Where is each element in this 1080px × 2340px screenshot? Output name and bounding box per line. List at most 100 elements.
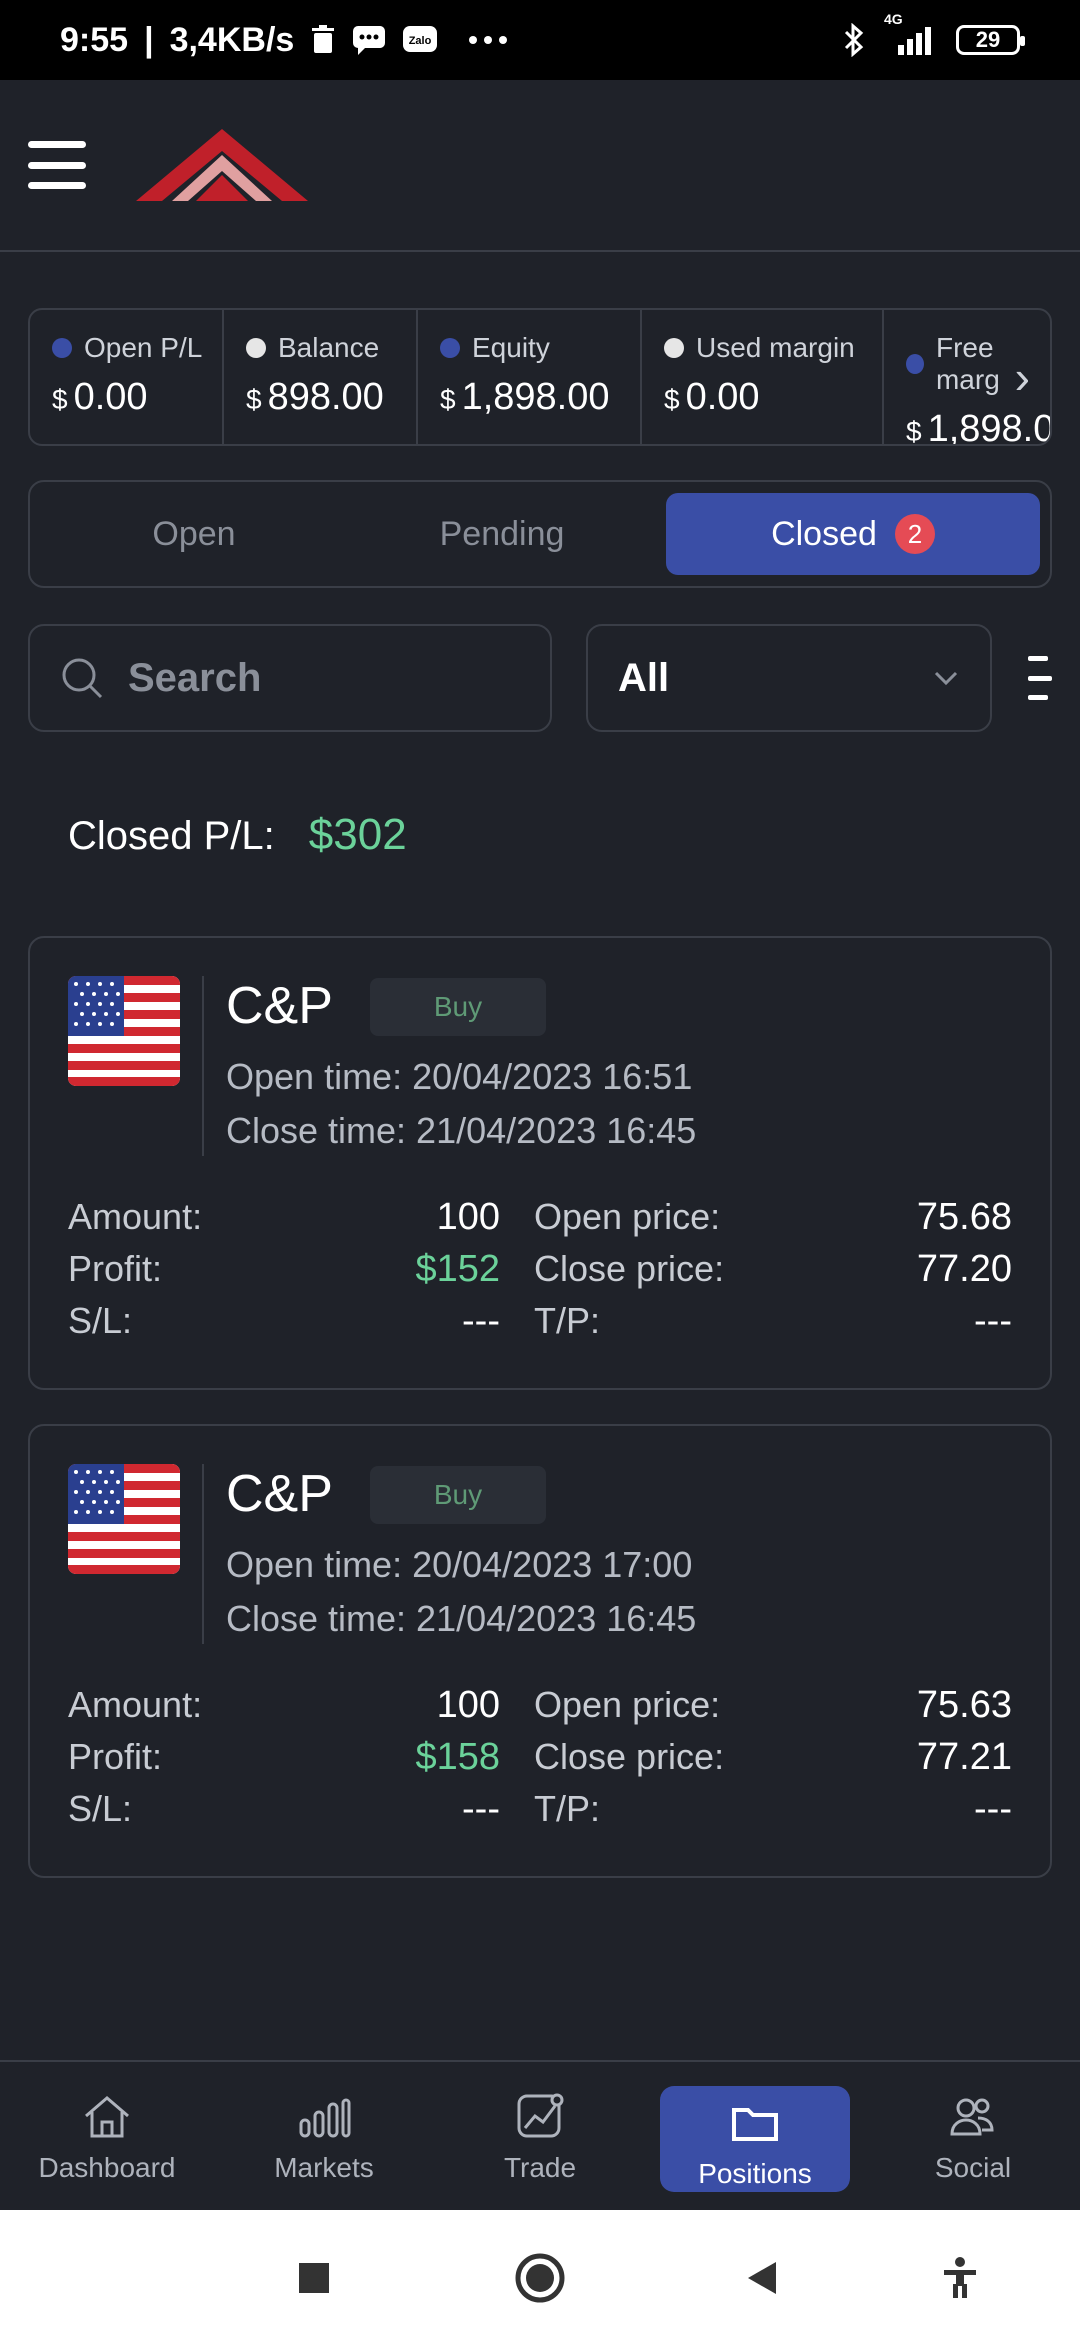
search-icon bbox=[62, 658, 103, 699]
nav-label: Dashboard bbox=[38, 2152, 176, 2183]
close-price-label: Close price: bbox=[534, 1248, 725, 1289]
bottom-nav: Dashboard Markets Trade Positions Social bbox=[0, 2060, 1080, 2210]
network-speed: 3,4KB/s bbox=[169, 20, 295, 59]
recents-icon[interactable] bbox=[286, 2250, 342, 2306]
profit-value: $158 bbox=[415, 1736, 500, 1778]
search-input[interactable] bbox=[128, 655, 508, 701]
sl-value: --- bbox=[462, 1300, 500, 1342]
nav-trade[interactable]: Trade bbox=[445, 2090, 635, 2196]
symbol-name: C&P bbox=[226, 1465, 333, 1523]
signal-icon: 4G bbox=[884, 11, 936, 55]
nav-markets[interactable]: Markets bbox=[229, 2090, 419, 2196]
tab-closed[interactable]: Closed 2 bbox=[666, 493, 1040, 575]
tab-open[interactable]: Open bbox=[40, 493, 348, 575]
side-badge: Buy bbox=[370, 1466, 546, 1524]
select-value: All bbox=[618, 655, 670, 700]
back-icon[interactable] bbox=[734, 2250, 790, 2306]
tab-pending[interactable]: Pending bbox=[348, 493, 656, 575]
currency-symbol: $ bbox=[52, 384, 68, 415]
search-box[interactable] bbox=[28, 624, 552, 732]
open-price-label: Open price: bbox=[534, 1684, 721, 1725]
side-badge: Buy bbox=[370, 978, 546, 1036]
open-price-label: Open price: bbox=[534, 1196, 721, 1237]
currency-symbol: $ bbox=[246, 384, 262, 415]
chevron-down-icon bbox=[934, 671, 958, 686]
tp-label: T/P: bbox=[534, 1300, 601, 1341]
brand-logo bbox=[136, 129, 308, 201]
summary-open-pl: Open P/L $0.00 bbox=[30, 310, 224, 444]
status-dot bbox=[664, 338, 684, 358]
close-price-label: Close price: bbox=[534, 1736, 725, 1777]
summary-value: 0.00 bbox=[685, 376, 760, 418]
users-icon bbox=[950, 2098, 994, 2136]
filter-select[interactable]: All bbox=[586, 624, 992, 732]
tp-value: --- bbox=[974, 1788, 1012, 1830]
status-dot bbox=[906, 354, 924, 374]
nav-positions[interactable]: Positions bbox=[660, 2086, 850, 2192]
chat-icon bbox=[352, 25, 386, 55]
closed-pl-label: Closed P/L: bbox=[68, 814, 275, 858]
folder-icon bbox=[732, 2108, 778, 2141]
summary-used-margin: Used margin $0.00 bbox=[642, 310, 884, 444]
currency-symbol: $ bbox=[440, 384, 456, 415]
status-bar: 9:55 | 3,4KB/s Zalo 4G 29 bbox=[0, 0, 1080, 80]
menu-icon[interactable] bbox=[28, 141, 86, 189]
summary-label: Open P/L bbox=[84, 332, 203, 363]
close-price-value: 77.20 bbox=[916, 1248, 1012, 1290]
home-button-icon[interactable] bbox=[512, 2250, 568, 2306]
account-summary[interactable]: Open P/L $0.00 Balance $898.00 Equity $1… bbox=[28, 308, 1052, 446]
symbol-name: C&P bbox=[226, 977, 333, 1035]
amount-value: 100 bbox=[436, 1196, 500, 1238]
nav-dashboard[interactable]: Dashboard bbox=[12, 2090, 202, 2196]
open-price-value: 75.63 bbox=[916, 1684, 1012, 1726]
position-card[interactable]: C&P Buy Open time: 20/04/2023 16:51 Clos… bbox=[28, 936, 1052, 1390]
profit-label: Profit: bbox=[68, 1736, 163, 1777]
status-dot bbox=[246, 338, 266, 358]
sort-icon[interactable] bbox=[1028, 656, 1056, 700]
position-tabs: Open Pending Closed 2 bbox=[28, 480, 1052, 588]
profit-value: $152 bbox=[415, 1248, 500, 1290]
nav-label: Trade bbox=[503, 2152, 577, 2183]
tab-closed-label: Closed bbox=[771, 514, 877, 553]
zalo-icon: Zalo bbox=[402, 25, 438, 55]
sl-label: S/L: bbox=[68, 1788, 133, 1829]
currency-symbol: $ bbox=[906, 416, 922, 444]
sl-value: --- bbox=[462, 1788, 500, 1830]
amount-label: Amount: bbox=[68, 1684, 203, 1725]
amount-label: Amount: bbox=[68, 1196, 203, 1237]
tp-value: --- bbox=[974, 1300, 1012, 1342]
nav-label: Markets bbox=[274, 2152, 374, 2183]
open-price-value: 75.68 bbox=[916, 1196, 1012, 1238]
currency-symbol: $ bbox=[664, 384, 680, 415]
summary-equity: Equity $1,898.00 bbox=[418, 310, 642, 444]
chevron-right-icon[interactable]: › bbox=[1015, 350, 1030, 404]
more-icon bbox=[468, 35, 508, 45]
nav-label: Social bbox=[934, 2152, 1012, 2183]
tp-label: T/P: bbox=[534, 1788, 601, 1829]
summary-label: Free marg bbox=[935, 332, 1000, 395]
network-type: 4G bbox=[884, 11, 903, 27]
status-dot bbox=[52, 338, 72, 358]
nav-social[interactable]: Social bbox=[878, 2090, 1068, 2196]
summary-value: 1,898.00 bbox=[461, 376, 610, 418]
bluetooth-icon bbox=[844, 23, 864, 57]
svg-text:Zalo: Zalo bbox=[409, 35, 432, 47]
close-price-value: 77.21 bbox=[916, 1736, 1012, 1778]
count-badge: 2 bbox=[894, 514, 935, 554]
position-card[interactable]: C&P Buy Open time: 20/04/2023 17:00 Clos… bbox=[28, 1424, 1052, 1878]
summary-label: Equity bbox=[472, 332, 550, 363]
battery-icon: 29 bbox=[956, 25, 1025, 55]
summary-label: Used margin bbox=[696, 332, 855, 363]
open-time: Open time: 20/04/2023 17:00 bbox=[226, 1544, 693, 1585]
summary-value: 0.00 bbox=[73, 376, 148, 418]
open-time: Open time: 20/04/2023 16:51 bbox=[226, 1056, 693, 1097]
accessibility-icon[interactable] bbox=[932, 2250, 988, 2306]
amount-value: 100 bbox=[436, 1684, 500, 1726]
closed-pl-value: $302 bbox=[308, 810, 407, 859]
system-nav-bar bbox=[0, 2210, 1080, 2340]
divider bbox=[202, 1464, 204, 1644]
divider: | bbox=[144, 20, 154, 59]
summary-balance: Balance $898.00 bbox=[224, 310, 418, 444]
home-icon bbox=[85, 2096, 129, 2138]
profit-label: Profit: bbox=[68, 1248, 163, 1289]
